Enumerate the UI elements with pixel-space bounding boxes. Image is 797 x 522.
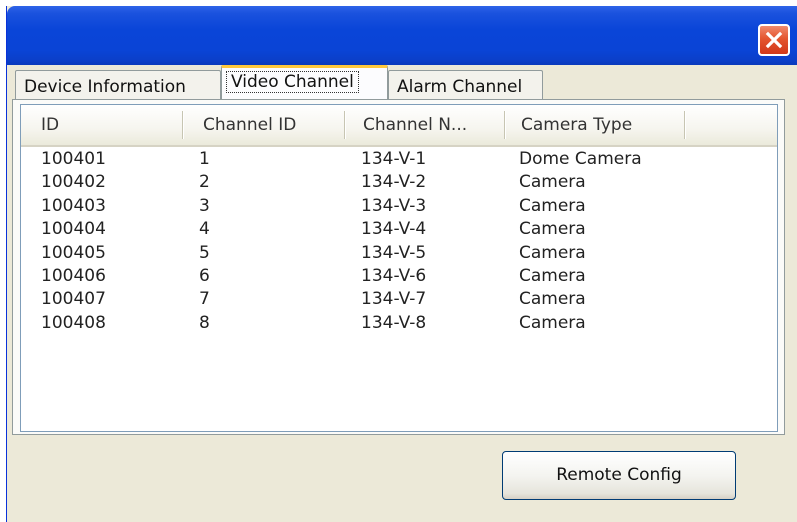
column-divider[interactable] [504, 111, 506, 139]
tab-label: Video Channel [226, 71, 359, 93]
table-cell: 100404 [41, 219, 106, 240]
tab-label: Alarm Channel [397, 77, 523, 97]
column-divider[interactable] [684, 111, 686, 139]
channel-list[interactable]: ID Channel ID Channel N... Camera Type 1… [20, 104, 778, 432]
tab-video-channel[interactable]: Video Channel [221, 65, 388, 99]
column-divider[interactable] [344, 111, 346, 139]
table-row[interactable]: 100405 5 134-V-5 Camera [21, 242, 777, 265]
table-cell: 134-V-3 [361, 195, 427, 216]
table-cell: Camera [519, 289, 586, 310]
table-cell: 100407 [41, 289, 106, 310]
table-row[interactable]: 100403 3 134-V-3 Camera [21, 195, 777, 218]
table-cell: Camera [519, 242, 586, 263]
table-cell: Camera [519, 219, 586, 240]
tab-label: Device Information [24, 77, 186, 97]
table-row[interactable]: 100402 2 134-V-2 Camera [21, 171, 777, 194]
table-cell: 3 [199, 195, 210, 216]
table-cell: Camera [519, 195, 586, 216]
table-row[interactable]: 100408 8 134-V-8 Camera [21, 312, 777, 335]
table-cell: 134-V-7 [361, 289, 427, 310]
title-bar[interactable] [7, 6, 797, 65]
table-cell: 134-V-4 [361, 219, 427, 240]
table-cell: 2 [199, 172, 210, 193]
table-cell: Camera [519, 266, 586, 286]
column-header-channel-id[interactable]: Channel ID [203, 105, 296, 145]
close-button[interactable] [758, 24, 790, 56]
column-divider[interactable] [182, 111, 184, 139]
table-cell: 100408 [41, 312, 106, 333]
table-cell: 134-V-5 [361, 242, 427, 263]
table-row[interactable]: 100401 1 134-V-1 Dome Camera [21, 148, 777, 171]
table-cell: 134-V-1 [361, 149, 427, 169]
table-cell: 100402 [41, 172, 106, 193]
column-header-id[interactable]: ID [41, 105, 59, 145]
table-cell: 8 [199, 312, 210, 333]
table-cell: 134-V-8 [361, 312, 427, 333]
table-cell: 134-V-2 [361, 172, 427, 193]
table-row[interactable]: 100406 6 134-V-6 Camera [21, 265, 777, 288]
table-row[interactable]: 100404 4 134-V-4 Camera [21, 218, 777, 241]
table-cell: 6 [199, 266, 210, 286]
table-row[interactable]: 100407 7 134-V-7 Camera [21, 288, 777, 311]
table-cell: Camera [519, 312, 586, 333]
table-cell: 100406 [41, 266, 106, 286]
remote-config-button[interactable]: Remote Config [502, 451, 736, 500]
table-cell: 100403 [41, 195, 106, 216]
table-cell: 1 [199, 149, 210, 169]
list-header: ID Channel ID Channel N... Camera Type [21, 105, 777, 147]
table-cell: 5 [199, 242, 210, 263]
table-cell: 100401 [41, 149, 106, 169]
table-cell: 134-V-6 [361, 266, 427, 286]
table-cell: 4 [199, 219, 210, 240]
table-cell: 7 [199, 289, 210, 310]
column-header-channel-name[interactable]: Channel N... [363, 105, 467, 145]
table-cell: 100405 [41, 242, 106, 263]
column-header-camera-type[interactable]: Camera Type [521, 105, 632, 145]
table-cell: Camera [519, 172, 586, 193]
close-icon [765, 31, 783, 49]
table-cell: Dome Camera [519, 149, 642, 169]
